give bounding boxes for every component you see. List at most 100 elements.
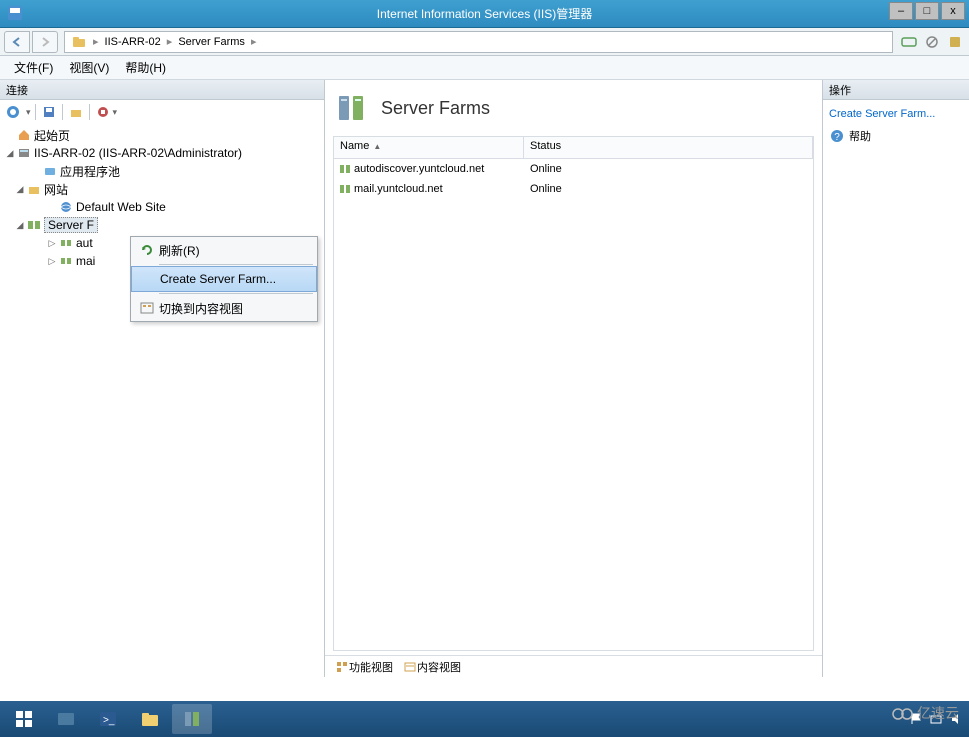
- menubar: 文件(F) 视图(V) 帮助(H): [0, 56, 969, 80]
- action-help[interactable]: ? 帮助: [827, 124, 965, 148]
- row-status: Online: [524, 163, 813, 175]
- taskbar-iis-manager[interactable]: [172, 704, 212, 734]
- menu-file[interactable]: 文件(F): [6, 57, 61, 78]
- tree-start-page[interactable]: 起始页: [0, 126, 324, 144]
- breadcrumb[interactable]: ▸ IIS-ARR-02 ▸ Server Farms ▸: [64, 31, 893, 53]
- tree-default-site[interactable]: Default Web Site: [0, 198, 324, 216]
- ctx-switch-view[interactable]: 切换到内容视图: [131, 295, 317, 321]
- ctx-label: 刷新(R): [159, 242, 200, 259]
- connections-panel: 连接 ▾ ▾ 起始页 ◢ IIS-ARR-02 (IIS-ARR-02\Admi…: [0, 80, 325, 677]
- link-icon[interactable]: [899, 32, 919, 52]
- help-icon: ?: [829, 128, 845, 144]
- start-button[interactable]: [4, 704, 44, 734]
- action-create-server-farm[interactable]: Create Server Farm...: [827, 104, 965, 124]
- tab-label: 功能视图: [349, 659, 393, 675]
- expander-icon[interactable]: ◢: [4, 148, 16, 159]
- breadcrumb-host[interactable]: IIS-ARR-02: [105, 36, 161, 48]
- svg-text:>_: >_: [103, 715, 115, 726]
- folder-icon[interactable]: [67, 103, 85, 121]
- ctx-separator: [159, 264, 313, 265]
- list-row[interactable]: autodiscover.yuntcloud.net Online: [334, 159, 813, 179]
- connect-icon[interactable]: [4, 103, 22, 121]
- tree-label: Server F: [44, 217, 98, 233]
- cell-name: autodiscover.yuntcloud.net: [334, 162, 524, 176]
- ctx-refresh[interactable]: 刷新(R): [131, 237, 317, 263]
- stop-icon[interactable]: [922, 32, 942, 52]
- taskbar-server-manager[interactable]: [46, 704, 86, 734]
- main-area: 连接 ▾ ▾ 起始页 ◢ IIS-ARR-02 (IIS-ARR-02\Admi…: [0, 80, 969, 677]
- farm-icon: [26, 217, 42, 233]
- view-tabs: 功能视图 内容视图: [325, 655, 822, 677]
- tree-label: aut: [76, 236, 93, 250]
- tab-label: 内容视图: [417, 659, 461, 675]
- tree-app-pools[interactable]: 应用程序池: [0, 162, 324, 180]
- actions-header: 操作: [823, 80, 969, 100]
- app-icon: [6, 4, 26, 24]
- tree-label: Default Web Site: [76, 200, 166, 214]
- nav-right-icons: [899, 32, 965, 52]
- expander-icon[interactable]: ▷: [46, 256, 58, 267]
- expander-icon[interactable]: ▷: [46, 238, 58, 249]
- watermark-icon: [891, 705, 915, 721]
- ctx-label: Create Server Farm...: [160, 272, 276, 286]
- home-icon: [16, 127, 32, 143]
- window-title: Internet Information Services (IIS)管理器: [377, 5, 592, 22]
- globe-icon: [58, 199, 74, 215]
- tree-label: IIS-ARR-02 (IIS-ARR-02\Administrator): [34, 146, 242, 160]
- expander-icon[interactable]: ◢: [14, 184, 26, 195]
- menu-help[interactable]: 帮助(H): [117, 57, 174, 78]
- content-panel: Server Farms Name▲ Status autodiscover.y…: [325, 80, 823, 677]
- minimize-button[interactable]: –: [889, 2, 913, 20]
- taskbar-powershell[interactable]: >_: [88, 704, 128, 734]
- close-button[interactable]: x: [941, 2, 965, 20]
- farm-item-icon: [58, 235, 74, 251]
- sort-arrow-icon: ▲: [373, 142, 381, 151]
- back-button[interactable]: [4, 31, 30, 53]
- stop-connection-icon[interactable]: [94, 103, 112, 121]
- action-label: 帮助: [849, 128, 871, 144]
- farm-item-icon: [58, 253, 74, 269]
- ctx-separator: [159, 293, 313, 294]
- list-row[interactable]: mail.yuntcloud.net Online: [334, 179, 813, 199]
- expander-icon[interactable]: ◢: [14, 220, 26, 231]
- navbar: ▸ IIS-ARR-02 ▸ Server Farms ▸: [0, 28, 969, 56]
- maximize-button[interactable]: □: [915, 2, 939, 20]
- breadcrumb-icon: [71, 34, 87, 50]
- dropdown-arrow-icon[interactable]: ▾: [26, 107, 31, 118]
- row-name: mail.yuntcloud.net: [354, 183, 443, 195]
- blank-icon: [136, 269, 160, 289]
- tree-host[interactable]: ◢ IIS-ARR-02 (IIS-ARR-02\Administrator): [0, 144, 324, 162]
- connections-tree: 起始页 ◢ IIS-ARR-02 (IIS-ARR-02\Administrat…: [0, 124, 324, 677]
- tree-label: 应用程序池: [60, 163, 120, 180]
- ctx-create-server-farm[interactable]: Create Server Farm...: [131, 266, 317, 292]
- taskbar: >_: [0, 701, 969, 737]
- toolbar-separator: [62, 104, 63, 120]
- context-menu: 刷新(R) Create Server Farm... 切换到内容视图: [130, 236, 318, 322]
- breadcrumb-sep: ▸: [167, 35, 173, 48]
- save-icon[interactable]: [40, 103, 58, 121]
- features-view-icon: [335, 660, 349, 674]
- content-title: Server Farms: [381, 98, 490, 119]
- watermark: 亿速云: [891, 703, 959, 723]
- menu-view[interactable]: 视图(V): [61, 57, 117, 78]
- tab-content-view[interactable]: 内容视图: [399, 657, 465, 677]
- tree-label: 网站: [44, 181, 68, 198]
- col-status[interactable]: Status: [524, 137, 813, 158]
- recent-dropdown-icon[interactable]: ▾: [113, 107, 118, 118]
- actions-panel: 操作 Create Server Farm... ? 帮助: [823, 80, 969, 677]
- content-view-icon: [403, 660, 417, 674]
- farm-item-icon: [338, 162, 352, 176]
- row-name: autodiscover.yuntcloud.net: [354, 163, 484, 175]
- col-name[interactable]: Name▲: [334, 137, 524, 158]
- watermark-text: 亿速云: [917, 703, 959, 723]
- actions-list: Create Server Farm... ? 帮助: [823, 100, 969, 152]
- svg-text:?: ?: [834, 132, 840, 143]
- server-farms-icon: [335, 90, 371, 126]
- breadcrumb-section[interactable]: Server Farms: [178, 36, 245, 48]
- forward-button[interactable]: [32, 31, 58, 53]
- tab-features-view[interactable]: 功能视图: [331, 657, 397, 677]
- tree-server-farms[interactable]: ◢ Server F: [0, 216, 324, 234]
- help-toolbar-icon[interactable]: [945, 32, 965, 52]
- tree-sites[interactable]: ◢ 网站: [0, 180, 324, 198]
- taskbar-explorer[interactable]: [130, 704, 170, 734]
